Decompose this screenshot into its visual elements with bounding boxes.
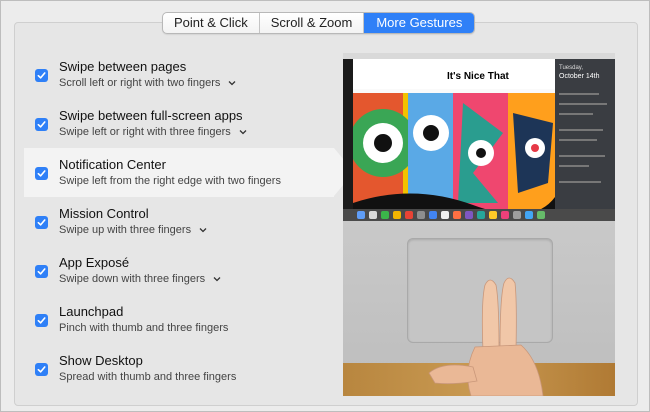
dock-icon xyxy=(441,211,449,219)
dock-icon xyxy=(489,211,497,219)
gesture-description-row: Scroll left or right with two fingers xyxy=(59,76,334,91)
chevron-down-icon[interactable] xyxy=(228,80,236,88)
preview-dock xyxy=(343,209,615,221)
gesture-description: Swipe down with three fingers xyxy=(59,273,206,285)
gesture-description-row: Spread with thumb and three fingers xyxy=(59,370,334,385)
tab-more-gestures[interactable]: More Gestures xyxy=(364,13,475,33)
dock-icon xyxy=(501,211,509,219)
preview-nc-line xyxy=(559,103,607,105)
checkmark-icon xyxy=(37,121,46,128)
dock-icon xyxy=(357,211,365,219)
gesture-preview-image: It's Nice That Tuesday, October 14th xyxy=(343,53,615,396)
tab-point-and-click[interactable]: Point & Click xyxy=(163,13,260,33)
chevron-down-icon[interactable] xyxy=(213,276,221,284)
dock-icon xyxy=(477,211,485,219)
preview-screen: It's Nice That Tuesday, October 14th xyxy=(343,53,615,221)
gesture-title: Swipe between full-screen apps xyxy=(59,108,243,123)
checkbox-mission-control[interactable] xyxy=(35,216,48,229)
preview-nc-line xyxy=(559,93,599,95)
preview-nc-line xyxy=(559,113,593,115)
checkmark-icon xyxy=(37,366,46,373)
gesture-description: Scroll left or right with two fingers xyxy=(59,77,221,89)
gesture-description: Spread with thumb and three fingers xyxy=(59,371,237,383)
dock-icon xyxy=(429,211,437,219)
gesture-item-swipe-between-full-screen-apps[interactable]: Swipe between full-screen apps Swipe lef… xyxy=(24,99,334,148)
preview-nc-line xyxy=(559,165,589,167)
gesture-item-notification-center[interactable]: Notification Center Swipe left from the … xyxy=(24,148,354,197)
preview-site-title: It's Nice That xyxy=(447,71,509,82)
gesture-description: Pinch with thumb and three fingers xyxy=(59,322,229,334)
preview-nc-line xyxy=(559,139,597,141)
preview-nc-line xyxy=(559,129,603,131)
checkbox-launchpad[interactable] xyxy=(35,314,48,327)
gesture-description-row: Swipe left from the right edge with two … xyxy=(59,174,334,189)
gesture-item-show-desktop[interactable]: Show Desktop Spread with thumb and three… xyxy=(24,344,334,393)
gesture-item-app-expose[interactable]: App Exposé Swipe down with three fingers xyxy=(24,246,334,295)
gesture-title: App Exposé xyxy=(59,255,130,270)
checkmark-icon xyxy=(37,72,46,79)
gesture-item-launchpad[interactable]: Launchpad Pinch with thumb and three fin… xyxy=(24,295,334,344)
checkbox-show-desktop[interactable] xyxy=(35,363,48,376)
hand-gesture-icon xyxy=(428,277,544,396)
checkbox-app-expose[interactable] xyxy=(35,265,48,278)
preview-notification-center: Tuesday, October 14th xyxy=(555,59,615,209)
gesture-description-row: Swipe down with three fingers xyxy=(59,272,334,287)
gesture-title: Swipe between pages xyxy=(59,59,187,74)
chevron-down-icon[interactable] xyxy=(199,227,207,235)
gesture-description: Swipe left from the right edge with two … xyxy=(59,175,281,187)
preview-nc-day: Tuesday, xyxy=(559,65,584,71)
preview-browser-window: It's Nice That xyxy=(353,59,555,209)
checkmark-icon xyxy=(37,170,46,177)
dock-icon xyxy=(381,211,389,219)
gesture-description-row: Swipe left or right with three fingers xyxy=(59,125,334,140)
checkmark-icon xyxy=(37,268,46,275)
dock-icon xyxy=(525,211,533,219)
dock-icon xyxy=(465,211,473,219)
dock-icon xyxy=(513,211,521,219)
gesture-item-swipe-between-pages[interactable]: Swipe between pages Scroll left or right… xyxy=(24,50,334,99)
dock-icon xyxy=(537,211,545,219)
gesture-item-mission-control[interactable]: Mission Control Swipe up with three fing… xyxy=(24,197,334,246)
gesture-title: Launchpad xyxy=(59,304,124,319)
gesture-title: Mission Control xyxy=(59,206,149,221)
gesture-description: Swipe left or right with three fingers xyxy=(59,126,231,138)
checkmark-icon xyxy=(37,317,46,324)
preview-artwork xyxy=(353,93,555,209)
gesture-title: Show Desktop xyxy=(59,353,143,368)
checkbox-notification-center[interactable] xyxy=(35,167,48,180)
dock-icon xyxy=(417,211,425,219)
dock-icon xyxy=(393,211,401,219)
checkbox-swipe-between-full-screen-apps[interactable] xyxy=(35,118,48,131)
checkbox-swipe-between-pages[interactable] xyxy=(35,69,48,82)
preview-nc-line xyxy=(559,155,605,157)
gesture-description-row: Pinch with thumb and three fingers xyxy=(59,321,334,336)
gesture-list: Swipe between pages Scroll left or right… xyxy=(24,50,354,393)
preview-nc-date: October 14th xyxy=(559,73,600,80)
preview-laptop-body xyxy=(343,221,615,396)
dock-icon xyxy=(405,211,413,219)
dock-icon xyxy=(453,211,461,219)
preview-browser-header: It's Nice That xyxy=(353,59,555,89)
checkmark-icon xyxy=(37,219,46,226)
chevron-down-icon[interactable] xyxy=(239,129,247,137)
gesture-description: Swipe up with three fingers xyxy=(59,224,192,236)
dock-icon xyxy=(369,211,377,219)
gesture-description-row: Swipe up with three fingers xyxy=(59,223,334,238)
preview-nc-line xyxy=(559,181,601,183)
segmented-control: Point & Click Scroll & Zoom More Gesture… xyxy=(162,12,476,34)
gesture-title: Notification Center xyxy=(59,157,166,172)
tab-scroll-and-zoom[interactable]: Scroll & Zoom xyxy=(260,13,365,33)
